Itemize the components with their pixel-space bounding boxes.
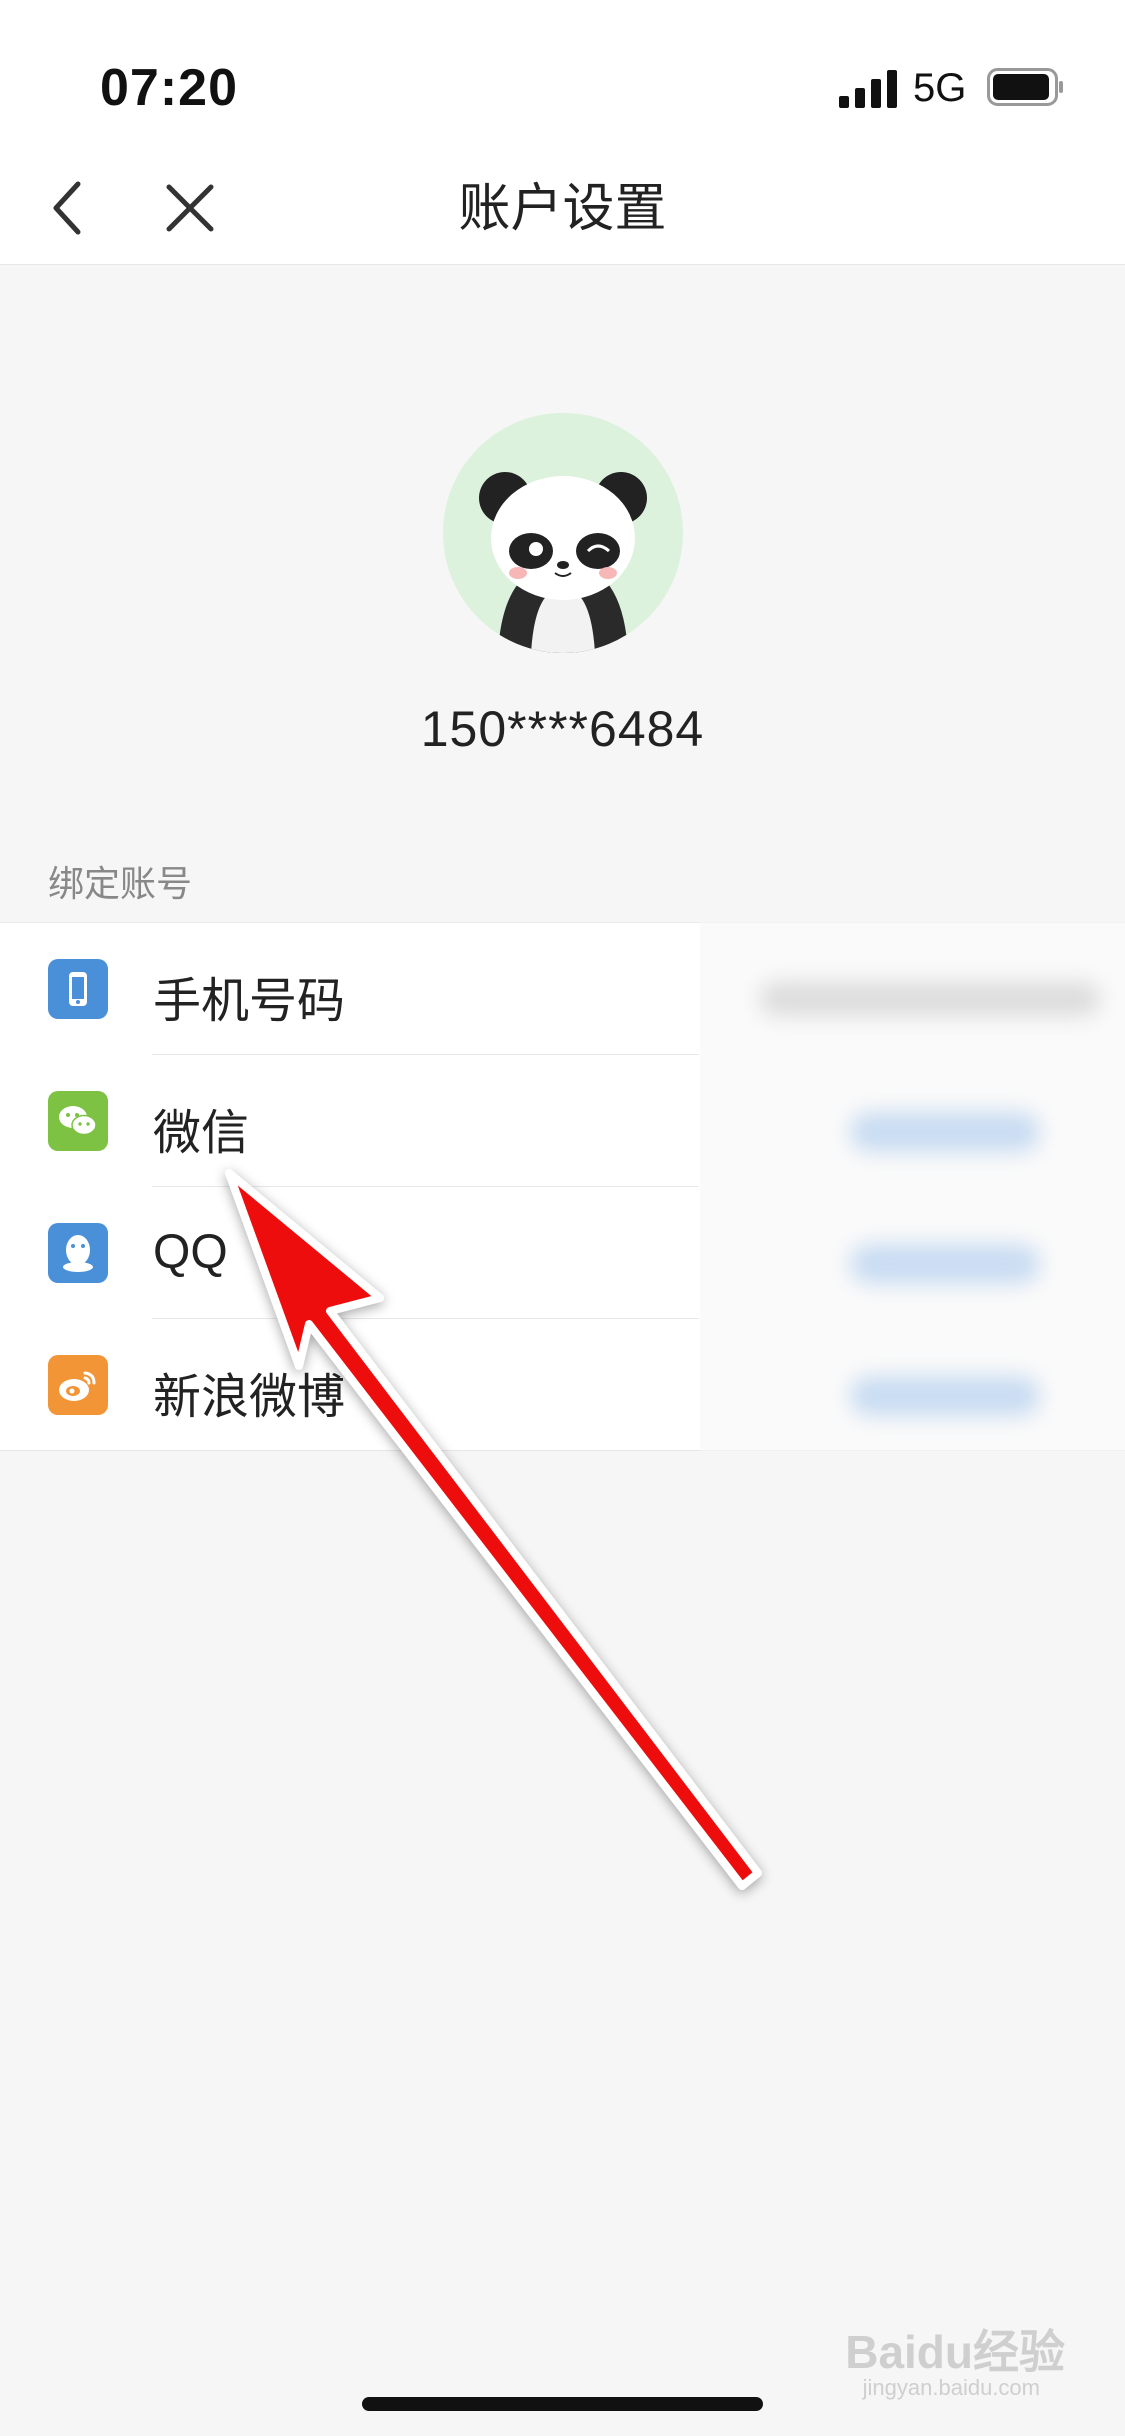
battery-icon bbox=[987, 68, 1063, 106]
status-bar: 07:20 5G bbox=[0, 0, 1125, 150]
watermark-brand: Baidu经验 bbox=[845, 2326, 1065, 2378]
phone-icon bbox=[48, 959, 108, 1019]
section-label: 绑定账号 bbox=[48, 863, 193, 904]
panda-avatar-icon bbox=[443, 413, 683, 653]
bind-label-wechat: 微信 bbox=[153, 1107, 250, 1160]
blurred-bind-button[interactable] bbox=[850, 1376, 1040, 1416]
avatar[interactable] bbox=[443, 413, 683, 653]
blurred-phone-value bbox=[760, 982, 1100, 1016]
status-time: 07:20 bbox=[100, 59, 238, 117]
weibo-icon bbox=[48, 1355, 108, 1415]
bind-label-weibo: 新浪微博 bbox=[153, 1371, 346, 1424]
wechat-icon bbox=[48, 1091, 108, 1151]
blurred-bind-button[interactable] bbox=[850, 1244, 1040, 1284]
signal-icon bbox=[839, 70, 897, 108]
blurred-bind-button[interactable] bbox=[850, 1112, 1040, 1152]
bind-label-phone: 手机号码 bbox=[153, 975, 346, 1028]
watermark-url: jingyan.baidu.com bbox=[862, 2375, 1040, 2400]
account-phone: 150****6484 bbox=[420, 701, 705, 757]
home-indicator bbox=[362, 2397, 763, 2411]
bind-label-qq: QQ bbox=[153, 1226, 228, 1279]
network-type: 5G bbox=[913, 66, 967, 110]
page-title: 账户设置 bbox=[458, 180, 667, 238]
qq-icon bbox=[48, 1223, 108, 1283]
blurred-status-area bbox=[700, 922, 1125, 1457]
